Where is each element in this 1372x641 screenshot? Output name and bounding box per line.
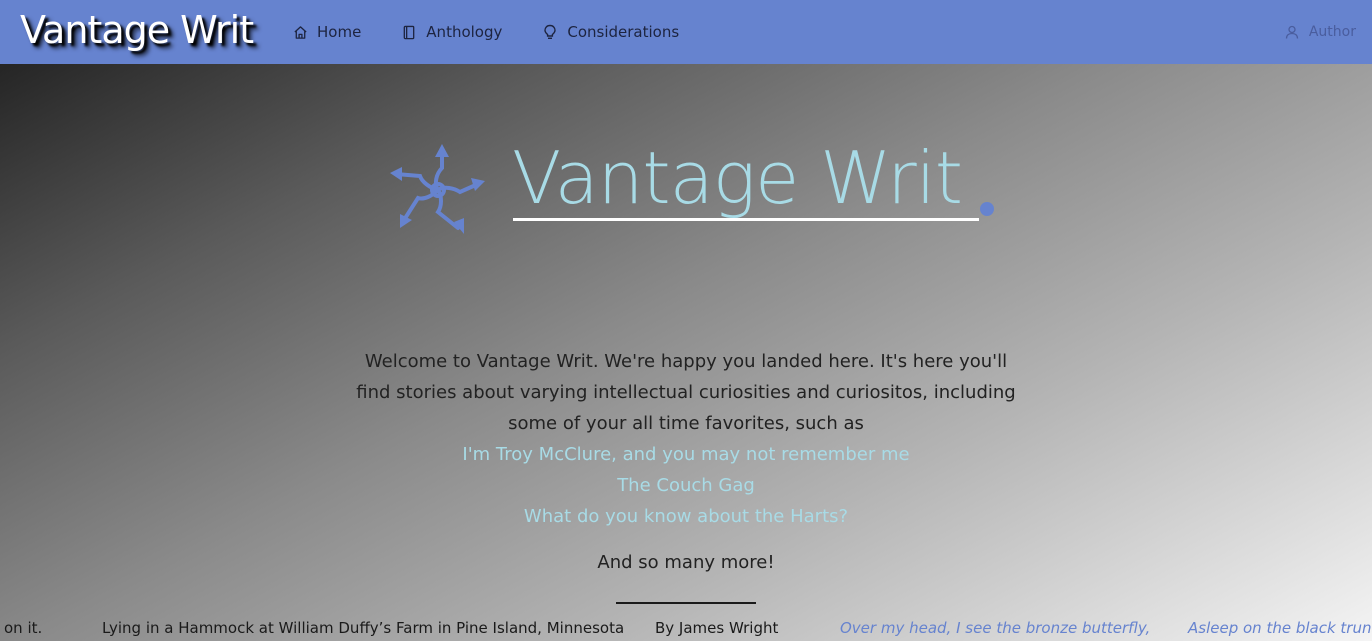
featured-link-couch-gag[interactable]: The Couch Gag — [356, 470, 1016, 501]
hero-logo-row: Vantage Writ — [390, 136, 1010, 244]
featured-links: I'm Troy McClure, and you may not rememb… — [356, 439, 1016, 532]
nav-links: Home Anthology Considerations — [292, 0, 679, 64]
lightbulb-icon — [542, 24, 558, 40]
ticker-line-1: Over my head, I see the bronze butterfly… — [840, 619, 1151, 637]
book-icon — [401, 24, 417, 40]
nav-considerations-label: Considerations — [567, 23, 680, 41]
ticker-byline: By James Wright — [655, 619, 779, 637]
brand-logo[interactable]: Vantage Writ — [20, 8, 254, 52]
featured-link-harts[interactable]: What do you know about the Harts? — [356, 501, 1016, 532]
and-more-text: And so many more! — [597, 552, 775, 573]
ticker-line-2: Asleep on the black trunk, — [1188, 619, 1372, 637]
nav-anthology[interactable]: Anthology — [401, 0, 502, 64]
hero-title-link[interactable]: Vantage Writ — [512, 136, 963, 220]
nav-home-label: Home — [317, 23, 362, 41]
ticker-poem-title: Lying in a Hammock at William Duffy’s Fa… — [102, 619, 625, 637]
top-navbar: Vantage Writ Home Anthology Consideratio… — [0, 0, 1372, 64]
nav-anthology-label: Anthology — [426, 23, 503, 41]
nav-home[interactable]: Home — [292, 0, 361, 64]
swirl-arrows-logo-icon — [390, 144, 485, 234]
ticker-tail: on it. — [4, 619, 43, 637]
welcome-text: Welcome to Vantage Writ. We're happy you… — [356, 351, 1016, 434]
home-icon — [292, 24, 308, 40]
title-underline — [513, 218, 979, 221]
nav-considerations[interactable]: Considerations — [542, 0, 679, 64]
section-divider — [616, 602, 756, 604]
featured-link-troy-mcclure[interactable]: I'm Troy McClure, and you may not rememb… — [356, 439, 1016, 470]
nav-author-label: Author — [1308, 24, 1356, 40]
title-dot — [980, 202, 994, 216]
nav-author[interactable]: Author — [1285, 0, 1356, 64]
user-icon — [1285, 25, 1299, 39]
poem-ticker: on it. Lying in a Hammock at William Duf… — [0, 616, 1372, 641]
hero-section: Vantage Writ Welcome to Vantage Writ. We… — [0, 64, 1372, 641]
